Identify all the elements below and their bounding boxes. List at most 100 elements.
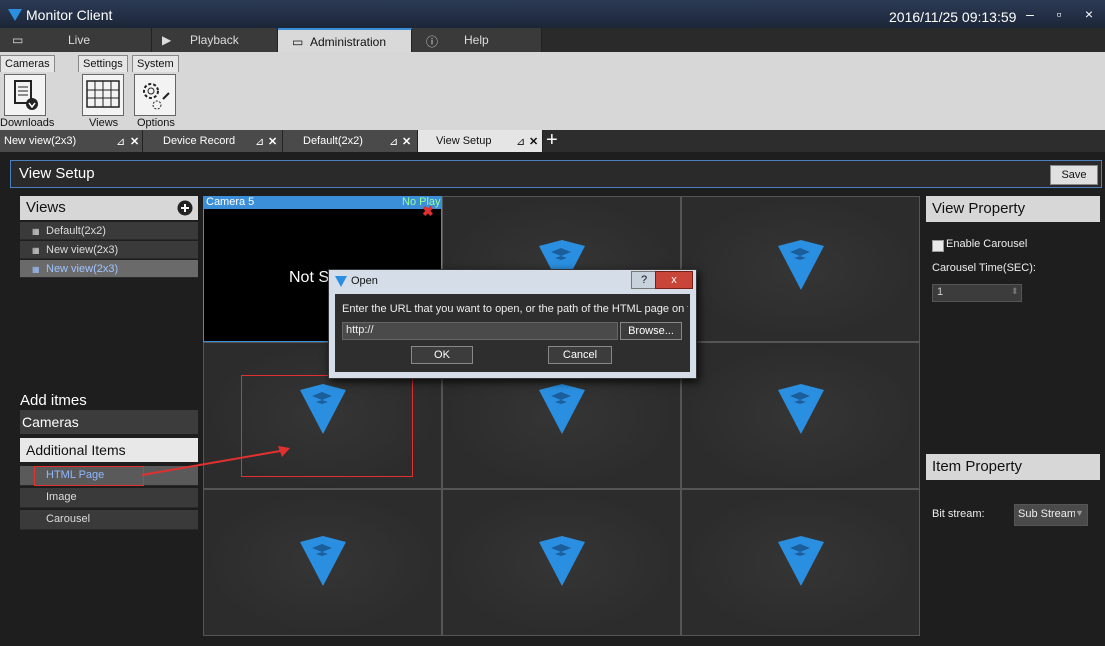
view-item-label: New view(2x3): [46, 244, 119, 256]
grid-small-icon: ▦: [32, 227, 40, 236]
view-property-label: View Property: [932, 200, 1026, 217]
doctab-new-view[interactable]: New view(2x3) ⊿ ✕: [0, 130, 143, 152]
camera-title-bar: Camera 5 No Play: [204, 196, 441, 209]
monitor-icon: ▭: [12, 33, 24, 47]
spinner-arrows-icon[interactable]: ⬍: [1011, 286, 1019, 297]
main-tab-bar: ▭ Live ▶ Playback ▭ Administration ⓘ Hel…: [0, 28, 1105, 52]
view-item[interactable]: ▦ Default(2x2): [20, 222, 198, 240]
minimize-icon[interactable]: –: [1019, 6, 1041, 22]
close-tab-icon[interactable]: ✕: [268, 135, 277, 148]
question-icon: ⓘ: [426, 35, 439, 49]
carousel-time-label: Carousel Time(SEC):: [932, 262, 1036, 274]
downloads-button[interactable]: [4, 74, 46, 116]
tab-playback[interactable]: ▶ Playback: [152, 28, 278, 52]
view-item-label: Default(2x2): [46, 225, 106, 237]
remove-camera-icon[interactable]: ✖: [422, 203, 434, 220]
item-property-header: Item Property: [926, 454, 1100, 480]
tab-help[interactable]: ⓘ Help: [412, 28, 542, 52]
page-title: View Setup: [19, 165, 95, 182]
tab-live-label: Live: [68, 33, 91, 47]
views-label: Views: [89, 117, 119, 129]
view-item-selected[interactable]: ▦ New view(2x3): [20, 260, 198, 278]
carousel-time-spinner[interactable]: 1 ⬍: [932, 284, 1022, 302]
brand-logo-icon: [539, 536, 585, 586]
grid-icon: [86, 80, 120, 108]
document-tab-bar: New view(2x3) ⊿ ✕ Device Record ⊿ ✕ Defa…: [0, 129, 1105, 152]
pin-icon[interactable]: ⊿: [516, 135, 525, 148]
doctab-label: View Setup: [436, 135, 492, 147]
grid-small-icon: ▦: [32, 246, 40, 255]
view-setup-header: View Setup Save: [10, 160, 1102, 188]
app-logo-icon: [8, 9, 22, 21]
doctab-view-setup[interactable]: View Setup ⊿ ✕: [418, 130, 543, 152]
maximize-icon[interactable]: ▫: [1048, 6, 1070, 22]
item-image[interactable]: Image: [20, 488, 198, 508]
left-panel: Views ▦ Default(2x2) ▦ New view(2x3) ▦ N…: [20, 196, 198, 636]
gear-icon: [143, 83, 170, 110]
views-header-label: Views: [26, 199, 66, 216]
annotation-arrow: [141, 446, 290, 476]
dialog-close-button[interactable]: x: [655, 271, 693, 289]
url-value: http://: [346, 324, 374, 336]
ribbon-group-system[interactable]: System: [132, 55, 179, 72]
close-tab-icon[interactable]: ✕: [529, 135, 538, 148]
cancel-button[interactable]: Cancel: [548, 346, 612, 364]
highlight-box: [34, 466, 144, 486]
tab-administration[interactable]: ▭ Administration: [278, 28, 412, 52]
doctab-label: New view(2x3): [4, 135, 77, 147]
ribbon-group-cameras[interactable]: Cameras: [0, 55, 55, 72]
image-label: Image: [46, 491, 77, 503]
view-item-label: New view(2x3): [46, 263, 119, 275]
ribbon: Cameras Settings System Downloads Views …: [0, 52, 1105, 130]
item-carousel[interactable]: Carousel: [20, 510, 198, 530]
close-icon[interactable]: ×: [1078, 6, 1100, 22]
additional-items-label: Additional Items: [26, 442, 126, 458]
clock: 2016/11/25 09:13:59: [889, 9, 1017, 25]
close-tab-icon[interactable]: ✕: [130, 135, 139, 148]
browse-button[interactable]: Browse...: [620, 322, 682, 340]
tab-live[interactable]: ▭ Live: [0, 28, 152, 52]
view-grid: Camera 5 No Play ✖ Not S: [203, 196, 920, 636]
help-button[interactable]: ?: [631, 271, 657, 289]
downloads-label: Downloads: [0, 117, 55, 129]
brand-logo-icon: [539, 384, 585, 434]
cameras-section[interactable]: Cameras: [20, 410, 198, 434]
camera-label: Camera 5: [206, 196, 255, 208]
folder-icon: ▭: [292, 35, 304, 49]
doctab-label: Device Record: [163, 135, 236, 147]
url-input[interactable]: http://: [342, 322, 618, 340]
bitstream-select[interactable]: Sub Stream ▼: [1014, 504, 1088, 526]
not-set-text: Not S: [289, 269, 330, 286]
ribbon-group-settings[interactable]: Settings: [78, 55, 128, 72]
view-item[interactable]: ▦ New view(2x3): [20, 241, 198, 259]
views-header: Views: [20, 196, 198, 220]
ok-button[interactable]: OK: [411, 346, 473, 364]
pin-icon[interactable]: ⊿: [389, 135, 398, 148]
dialog-body: Enter the URL that you want to open, or …: [335, 294, 690, 372]
add-tab-icon[interactable]: +: [546, 129, 558, 152]
close-tab-icon[interactable]: ✕: [402, 135, 411, 148]
carousel-time-value: 1: [937, 286, 944, 298]
grid-small-icon: ▦: [32, 265, 40, 274]
dialog-title: Open: [351, 275, 378, 287]
tab-playback-label: Playback: [190, 33, 239, 47]
brand-logo-icon: [300, 536, 346, 586]
view-property-header: View Property: [926, 196, 1100, 222]
item-property-label: Item Property: [932, 458, 1023, 475]
dialog-logo-icon: [335, 276, 347, 287]
play-icon: ▶: [162, 33, 172, 47]
doctab-default[interactable]: Default(2x2) ⊿ ✕: [283, 130, 418, 152]
doctab-device-record[interactable]: Device Record ⊿ ✕: [143, 130, 283, 152]
add-view-icon[interactable]: [177, 200, 193, 216]
downloads-icon: [14, 80, 38, 110]
tab-administration-label: Administration: [310, 35, 387, 49]
window-title: Monitor Client: [26, 7, 113, 23]
views-button[interactable]: [82, 74, 124, 116]
chevron-down-icon: ▼: [1075, 508, 1084, 518]
pin-icon[interactable]: ⊿: [116, 135, 125, 148]
bitstream-label: Bit stream:: [932, 508, 985, 520]
enable-carousel-checkbox[interactable]: [932, 240, 944, 252]
save-button[interactable]: Save: [1050, 165, 1098, 185]
pin-icon[interactable]: ⊿: [255, 135, 264, 148]
options-button[interactable]: [134, 74, 176, 116]
